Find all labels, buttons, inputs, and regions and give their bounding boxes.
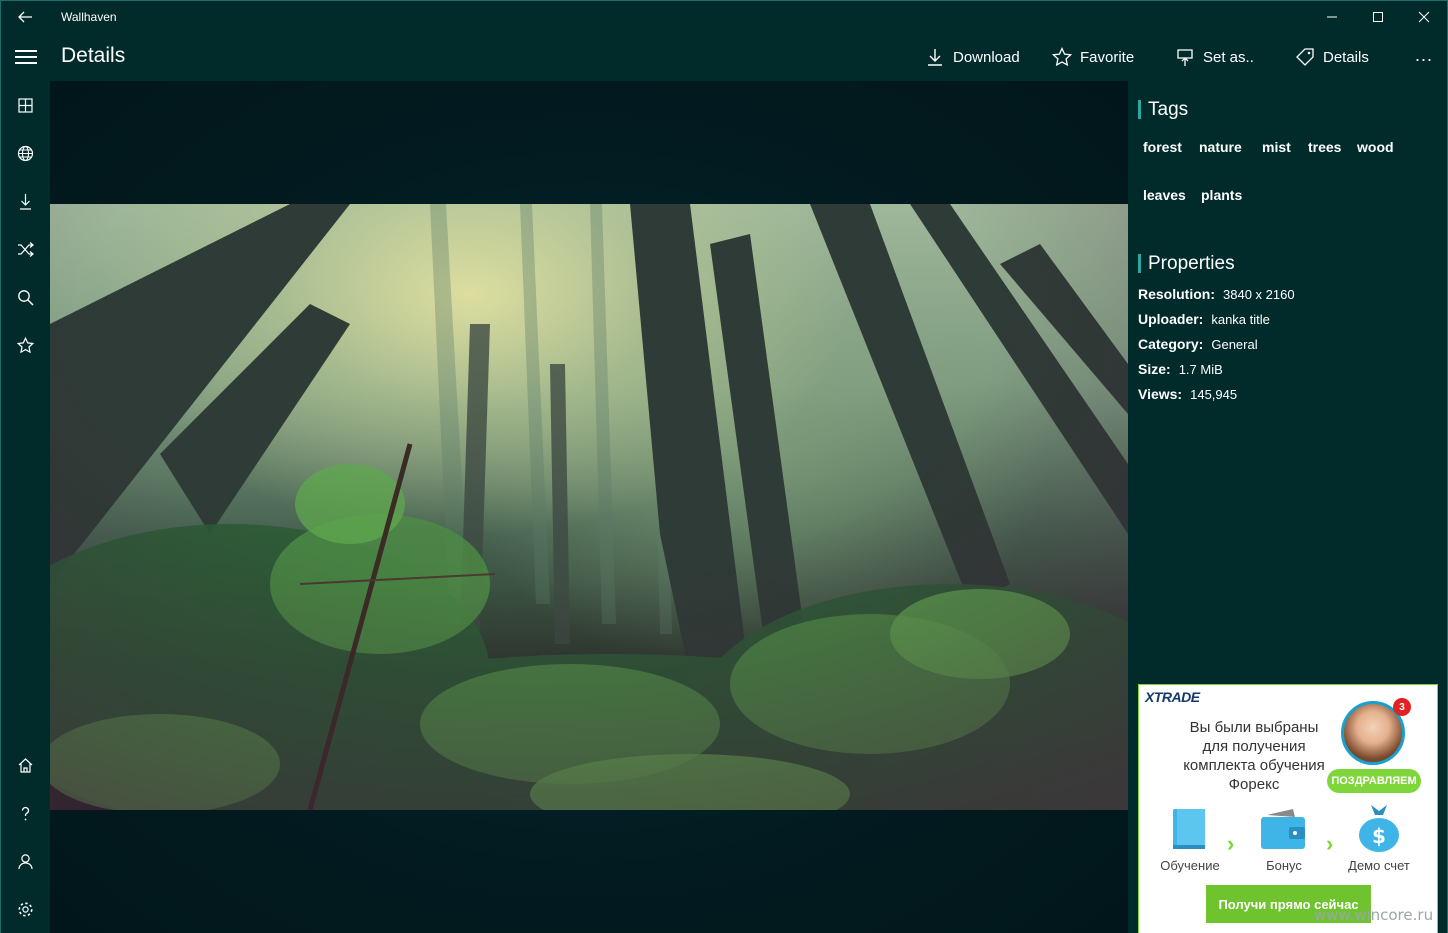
shuffle-icon	[18, 241, 34, 257]
close-button[interactable]	[1401, 1, 1447, 33]
help-icon	[21, 806, 30, 820]
settings-icon	[18, 902, 33, 916]
nav-item-help[interactable]	[1, 789, 50, 837]
property-size: Size: 1.7 MiB	[1138, 361, 1223, 377]
set-as-label: Set as..	[1203, 48, 1254, 66]
ad-step-label: Обучение	[1160, 858, 1220, 873]
ad-step-label: Демо счет	[1348, 858, 1410, 873]
wallet-icon	[1261, 809, 1305, 849]
property-label: Size:	[1138, 361, 1171, 377]
minimize-button[interactable]	[1309, 1, 1355, 33]
property-label: Resolution:	[1138, 286, 1215, 302]
user-icon	[18, 853, 33, 869]
download-button[interactable]: Download	[925, 33, 1020, 81]
ad-step-label: Бонус	[1266, 858, 1302, 873]
tag-item[interactable]: wood	[1357, 139, 1394, 155]
tags-heading: Tags	[1138, 100, 1188, 119]
ad-text: Вы были выбраны для получения комплекта …	[1183, 719, 1325, 793]
property-label: Views:	[1138, 386, 1183, 402]
title-bar: Wallhaven	[1, 1, 1447, 33]
wallpaper-image[interactable]	[50, 204, 1128, 810]
star-icon	[17, 336, 34, 353]
tag-item[interactable]: trees	[1308, 139, 1341, 155]
tag-item[interactable]: nature	[1199, 139, 1242, 155]
window-title: Wallhaven	[61, 10, 117, 24]
property-value: 145,945	[1190, 387, 1238, 402]
globe-icon	[17, 145, 34, 161]
nav-item-browse[interactable]	[1, 81, 50, 129]
window-controls	[1309, 1, 1447, 33]
download-label: Download	[953, 48, 1020, 66]
minimize-icon	[1327, 16, 1337, 18]
maximize-button[interactable]	[1355, 1, 1401, 33]
hamburger-icon	[15, 56, 37, 58]
tag-item[interactable]: leaves	[1143, 187, 1186, 203]
nav-item-latest[interactable]	[1, 129, 50, 177]
favorite-button[interactable]: Favorite	[1052, 33, 1134, 81]
favorite-label: Favorite	[1080, 48, 1135, 66]
book-icon	[1173, 809, 1205, 849]
money-bag-icon: $	[1359, 805, 1399, 852]
nav-item-random[interactable]	[1, 225, 50, 273]
ad-brand-logo: XTRADE	[1145, 689, 1200, 705]
chevron-right-icon: ›	[1326, 831, 1334, 856]
grid-icon	[18, 97, 33, 113]
details-label: Details	[1323, 48, 1369, 66]
chevron-right-icon: ›	[1227, 831, 1235, 856]
nav-item-search[interactable]	[1, 273, 50, 321]
tag-item[interactable]: mist	[1262, 139, 1291, 155]
nav-item-account[interactable]	[1, 837, 50, 885]
property-uploader: Uploader: kanka title	[1138, 311, 1270, 327]
properties-heading: Properties	[1138, 254, 1235, 273]
watermark: www.wincore.ru	[1314, 906, 1434, 924]
search-icon	[18, 289, 34, 306]
nav-item-downloads[interactable]	[1, 177, 50, 225]
nav-item-settings[interactable]	[1, 885, 50, 933]
ad-congrats-badge: ПОЗДРАВЛЯЕМ	[1327, 769, 1421, 793]
property-label: Category:	[1138, 336, 1204, 352]
download-icon	[928, 49, 942, 66]
property-value: kanka title	[1211, 312, 1270, 327]
pin-icon	[1177, 49, 1193, 66]
download-icon	[20, 193, 31, 210]
forest-illustration	[50, 204, 1128, 810]
tag-item[interactable]: plants	[1201, 187, 1242, 203]
left-navigation	[1, 81, 50, 933]
home-icon	[18, 757, 33, 773]
property-resolution: Resolution: 3840 x 2160	[1138, 286, 1295, 302]
back-arrow-icon	[18, 11, 32, 23]
details-button[interactable]: Details	[1295, 33, 1369, 81]
svg-text:$: $	[1372, 824, 1386, 848]
ad-banner[interactable]: XTRADE Вы были выбраны для получения ком…	[1138, 684, 1438, 933]
image-viewer[interactable]	[50, 81, 1128, 933]
property-value: General	[1211, 337, 1258, 352]
command-bar: Details Download Favorite Set as.. Detai…	[1, 33, 1447, 81]
app-window: Wallhaven Details Download Favorite Set …	[0, 0, 1448, 933]
property-value: 3840 x 2160	[1223, 287, 1295, 302]
maximize-icon	[1373, 12, 1383, 22]
set-as-button[interactable]: Set as..	[1175, 33, 1254, 81]
hamburger-menu-button[interactable]	[1, 33, 51, 81]
property-value: 1.7 MiB	[1178, 362, 1223, 377]
nav-item-favorites[interactable]	[1, 321, 50, 369]
tag-item[interactable]: forest	[1143, 139, 1182, 155]
property-label: Uploader:	[1138, 311, 1204, 327]
more-button[interactable]: ...	[1415, 45, 1433, 66]
nav-item-home[interactable]	[1, 741, 50, 789]
property-category: Category: General	[1138, 336, 1258, 352]
ad-notification-badge: 3	[1393, 698, 1411, 716]
page-title: Details	[61, 44, 126, 67]
back-button[interactable]	[1, 1, 49, 33]
close-icon	[1418, 11, 1430, 23]
star-icon	[1052, 47, 1072, 67]
property-views: Views: 145,945	[1138, 386, 1237, 402]
tag-icon	[1296, 48, 1314, 66]
